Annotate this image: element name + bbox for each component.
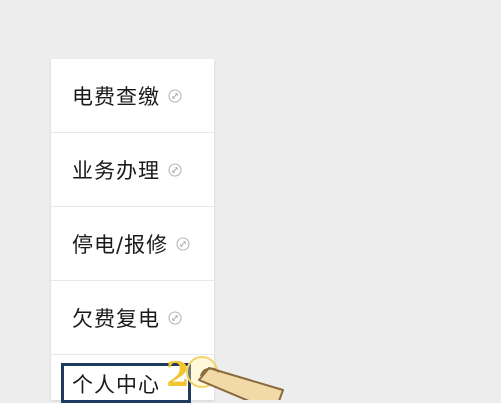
- menu-item-electricity-bill[interactable]: 电费查缴: [51, 59, 214, 132]
- menu-item-business-service[interactable]: 业务办理: [51, 133, 214, 206]
- popup-menu: 电费查缴 业务办理 停电/报修 欠费复电 个人中心: [51, 59, 214, 400]
- menu-item-arrears-reconnect[interactable]: 欠费复电: [51, 281, 214, 354]
- menu-item-outage-repair[interactable]: 停电/报修: [51, 207, 214, 280]
- link-icon: [168, 88, 182, 103]
- menu-item-label: 停电/报修: [72, 232, 169, 257]
- hand-pointer-icon: [186, 356, 284, 400]
- menu-item-label: 业务办理: [72, 158, 160, 183]
- link-icon: [176, 236, 190, 251]
- step-number: 2: [166, 355, 190, 395]
- menu-item-label: 电费查缴: [72, 84, 160, 109]
- menu-item-label: 欠费复电: [72, 306, 160, 331]
- link-icon: [168, 310, 182, 325]
- link-icon: [168, 162, 182, 177]
